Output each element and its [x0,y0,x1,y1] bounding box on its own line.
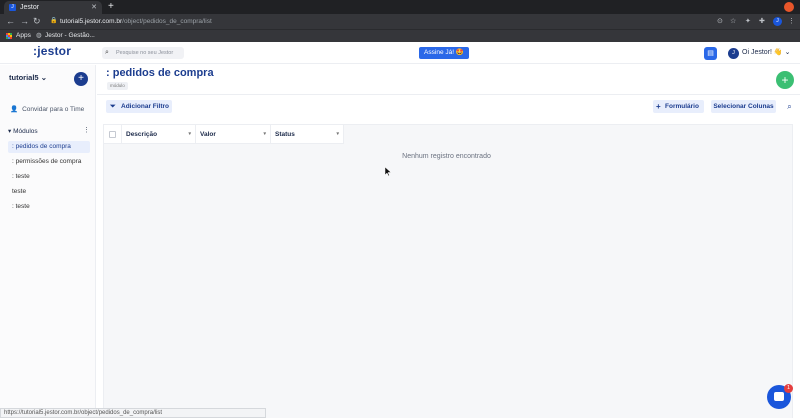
column-label: Descrição [126,131,158,138]
reload-icon[interactable]: ↻ [33,14,41,29]
search-placeholder: Pesquise no seu Jestor [116,50,174,56]
more-options-icon[interactable]: ⋮ [83,126,90,134]
star-icon[interactable]: ☆ [730,14,736,29]
browser-status-bar: https://tutorial5.jestor.com.br/object/p… [0,408,266,418]
workspace-selector[interactable]: tutorial5 ⌄ [9,73,47,82]
cast-icon[interactable]: ⊙ [717,14,723,29]
select-all-checkbox[interactable] [109,131,116,138]
column-header-valor[interactable]: Valor ▾ [195,125,270,144]
jestor-app: :jestor ⌕ Pesquise no seu Jestor Assine … [0,42,800,418]
column-header-descricao[interactable]: Descrição ▾ [121,125,195,144]
browser-tab-bar: J Jestor ✕ + [0,0,800,14]
add-filter-button[interactable]: ⏷ Adicionar Filtro [106,100,172,113]
invite-team-link[interactable]: 👤 Convidar para o Time [10,105,84,113]
chevron-down-icon: ⌄ [784,49,791,56]
filter-icon: ⏷ [110,103,116,110]
browser-tab[interactable]: J Jestor ✕ [4,1,102,14]
search-icon[interactable]: ⌕ [783,100,796,113]
records-table: Descrição ▾ Valor ▾ Status ▾ Nenhum registr… [103,124,793,418]
add-filter-label: Adicionar Filtro [121,103,170,110]
form-button[interactable]: + Formulário [653,100,704,113]
modules-heading[interactable]: ▾ Módulos [8,127,38,135]
upgrade-button[interactable]: Assine Já! 🤩 [419,47,469,59]
sidebar-item-teste[interactable]: : teste [8,171,90,183]
select-columns-button[interactable]: Selecionar Colunas [711,100,776,113]
caret-down-icon: ▾ [336,131,339,137]
column-label: Status [275,131,295,138]
address-bar[interactable]: 🔒 tutorial5.jestor.com.br/object/pedidos… [50,16,710,27]
modules-heading-label: Módulos [13,128,38,135]
forward-arrow-icon[interactable]: → [20,14,29,29]
main-content: : pedidos de compra módulo + ⏷ Adicionar… [97,65,800,418]
form-label: Formulário [665,103,699,110]
table-header: Descrição ▾ Valor ▾ Status ▾ [104,125,344,144]
page-title: : pedidos de compra [106,67,214,79]
user-avatar[interactable]: J [728,48,739,59]
add-user-icon: 👤 [10,106,19,113]
sidebar-item-teste-3[interactable]: : teste [8,201,90,213]
document-icon[interactable]: ▤ [704,47,717,60]
module-badge: módulo [107,82,128,90]
sidebar-item-teste-2[interactable]: teste [8,186,90,198]
globe-icon: ◍ [36,32,42,39]
caret-down-icon: ▾ [263,131,266,137]
browser-toolbar: ← → ↻ 🔒 tutorial5.jestor.com.br/object/p… [0,14,800,29]
chevron-down-icon: ⌄ [40,73,47,82]
search-box[interactable]: ⌕ Pesquise no seu Jestor [102,47,184,59]
empty-state-message: Nenhum registro encontrado [402,153,491,160]
back-arrow-icon[interactable]: ← [6,14,15,29]
window-control-icon[interactable] [784,2,794,12]
lock-icon: 🔒 [50,18,58,24]
workspace-name: tutorial5 [9,73,39,82]
plus-icon: + [656,102,661,111]
url-host: tutorial5.jestor.com.br [60,18,123,25]
sidebar: tutorial5 ⌄ + 👤 Convidar para o Time ▾ Mó… [0,65,96,418]
divider [97,94,800,95]
add-record-button[interactable]: + [776,71,794,89]
sidebar-item-pedidos-de-compra[interactable]: : pedidos de compra [8,141,90,153]
search-icon: ⌕ [105,49,109,56]
url-path: /object/pedidos_de_compra/list [122,18,212,25]
column-header-status[interactable]: Status ▾ [270,125,344,144]
app-top-nav: :jestor ⌕ Pesquise no seu Jestor Assine … [0,42,800,64]
tab-title: Jestor [20,4,40,11]
kebab-menu-icon[interactable]: ⋮ [788,14,795,29]
apps-grid-icon[interactable] [6,33,12,39]
caret-down-icon: ▾ [188,131,191,137]
add-button[interactable]: + [74,72,88,86]
greeting-text: Oi Jestor! 👋 [742,49,783,56]
sidebar-item-permissoes-de-compra[interactable]: : permissões de compra [8,156,90,168]
bookmark-jestor[interactable]: Jestor - Gestão... [45,30,95,42]
notification-badge: 1 [784,384,793,393]
profile-avatar[interactable]: J [773,17,782,26]
chat-icon [774,392,784,401]
new-tab-button[interactable]: + [108,0,114,14]
close-icon[interactable]: ✕ [91,1,97,14]
user-greeting[interactable]: Oi Jestor! 👋 ⌄ [742,47,790,59]
invite-label: Convidar para o Time [22,106,85,113]
puzzle-icon[interactable]: ✚ [759,14,765,29]
mouse-cursor-icon [385,167,391,176]
bookmark-apps[interactable]: Apps [16,30,31,42]
extension-bird-icon[interactable]: ✦ [745,14,751,29]
column-label: Valor [200,131,216,138]
bookmarks-bar: Apps ◍ Jestor - Gestão... [0,29,800,42]
jestor-favicon-icon: J [9,4,16,11]
jestor-logo[interactable]: :jestor [33,44,71,58]
